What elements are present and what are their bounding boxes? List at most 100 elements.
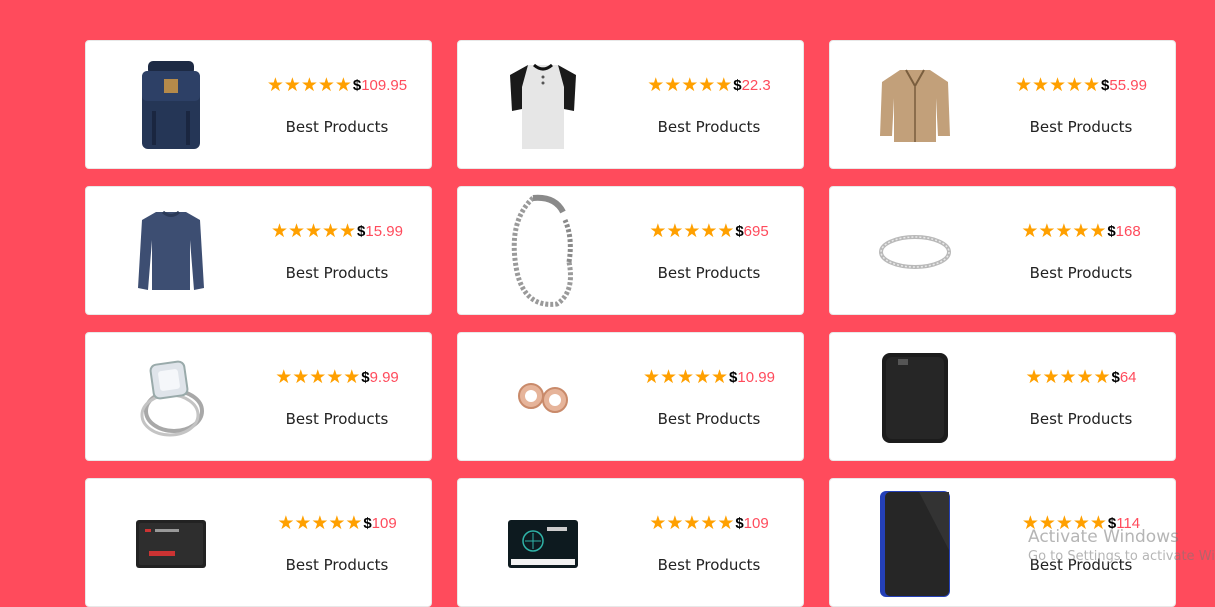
product-card[interactable]: ★ ★ ★ ★ ★ $109 Best Products xyxy=(457,478,804,607)
star-rating: ★ ★ ★ ★ ★ xyxy=(271,221,356,242)
rating-price-row: ★ ★ ★ ★ ★ $109.95 xyxy=(251,75,423,96)
star-icon: ★ xyxy=(649,221,667,242)
star-icon: ★ xyxy=(317,75,335,96)
star-icon: ★ xyxy=(1038,513,1056,534)
star-rating: ★ ★ ★ ★ ★ xyxy=(275,367,361,388)
product-label[interactable]: Best Products xyxy=(623,118,795,136)
star-icon: ★ xyxy=(275,367,293,388)
star-icon: ★ xyxy=(1025,367,1043,388)
product-label[interactable]: Best Products xyxy=(623,410,795,428)
product-image-henley-shirt[interactable] xyxy=(488,53,598,158)
star-rating: ★ ★ ★ ★ ★ xyxy=(649,513,735,534)
product-image-wd-portable-drive[interactable] xyxy=(860,490,970,597)
product-label[interactable]: Best Products xyxy=(995,264,1167,282)
star-icon: ★ xyxy=(1055,513,1073,534)
product-image-ear-gauges[interactable] xyxy=(488,345,598,450)
product-card[interactable]: ★ ★ ★ ★ ★ $168 Best Products xyxy=(829,186,1176,315)
product-image-silicon-power-ssd[interactable] xyxy=(488,491,598,596)
star-rating: ★ ★ ★ ★ ★ xyxy=(267,75,352,96)
star-icon: ★ xyxy=(334,75,352,96)
product-card[interactable]: ★ ★ ★ ★ ★ $109 Best Products xyxy=(85,478,432,607)
product-price: 109 xyxy=(371,515,397,532)
product-price: 9.99 xyxy=(369,369,399,386)
star-icon: ★ xyxy=(1072,513,1090,534)
star-icon: ★ xyxy=(715,75,733,96)
currency-symbol: $ xyxy=(363,515,372,532)
star-icon: ★ xyxy=(300,75,318,96)
product-image-long-sleeve-shirt[interactable] xyxy=(116,199,226,304)
star-icon: ★ xyxy=(1032,75,1050,96)
star-icon: ★ xyxy=(1089,221,1107,242)
star-icon: ★ xyxy=(277,513,295,534)
rating-price-row: ★ ★ ★ ★ ★ $168 xyxy=(995,221,1167,242)
star-icon: ★ xyxy=(345,513,363,534)
product-price: 22.3 xyxy=(741,77,771,94)
product-card[interactable]: ★ ★ ★ ★ ★ $9.99 Best Products xyxy=(85,332,432,461)
product-label[interactable]: Best Products xyxy=(995,410,1167,428)
star-icon: ★ xyxy=(1042,367,1060,388)
star-icon: ★ xyxy=(1083,75,1101,96)
star-icon: ★ xyxy=(1072,221,1090,242)
rating-price-row: ★ ★ ★ ★ ★ $22.3 xyxy=(623,75,795,96)
product-card[interactable]: ★ ★ ★ ★ ★ $10.99 Best Products xyxy=(457,332,804,461)
product-image-sandisk-ssd[interactable] xyxy=(116,491,226,596)
product-label[interactable]: Best Products xyxy=(251,410,423,428)
product-card[interactable]: ★ ★ ★ ★ ★ $114 Best Products xyxy=(829,478,1176,607)
product-card[interactable]: ★ ★ ★ ★ ★ $22.3 Best Products xyxy=(457,40,804,169)
product-card[interactable]: ★ ★ ★ ★ ★ $15.99 Best Products xyxy=(85,186,432,315)
star-icon: ★ xyxy=(717,513,735,534)
star-icon: ★ xyxy=(294,513,312,534)
star-icon: ★ xyxy=(288,221,306,242)
product-card[interactable]: ★ ★ ★ ★ ★ $64 Best Products xyxy=(829,332,1176,461)
star-rating: ★ ★ ★ ★ ★ xyxy=(649,221,735,242)
currency-symbol: $ xyxy=(352,77,362,94)
product-image-dragon-bracelet[interactable] xyxy=(488,194,598,307)
star-icon: ★ xyxy=(683,513,701,534)
product-image-backpack[interactable] xyxy=(116,53,226,158)
star-icon: ★ xyxy=(666,221,684,242)
rating-price-row: ★ ★ ★ ★ ★ $109 xyxy=(251,513,423,534)
product-label[interactable]: Best Products xyxy=(623,556,795,574)
product-price: 15.99 xyxy=(365,223,403,240)
product-price: 10.99 xyxy=(737,369,775,386)
rating-price-row: ★ ★ ★ ★ ★ $114 xyxy=(995,513,1167,534)
product-image-silver-ring[interactable] xyxy=(860,199,970,304)
star-icon: ★ xyxy=(717,221,735,242)
star-icon: ★ xyxy=(1021,513,1039,534)
star-rating: ★ ★ ★ ★ ★ xyxy=(647,75,733,96)
product-label[interactable]: Best Products xyxy=(251,264,423,282)
product-price: 114 xyxy=(1116,515,1141,532)
product-label[interactable]: Best Products xyxy=(995,556,1167,574)
star-icon: ★ xyxy=(643,367,661,388)
product-price: 64 xyxy=(1119,369,1137,386)
star-icon: ★ xyxy=(1055,221,1073,242)
product-card[interactable]: ★ ★ ★ ★ ★ $55.99 Best Products xyxy=(829,40,1176,169)
star-icon: ★ xyxy=(711,367,729,388)
product-label[interactable]: Best Products xyxy=(251,118,423,136)
product-label[interactable]: Best Products xyxy=(623,264,795,282)
star-rating: ★ ★ ★ ★ ★ xyxy=(1015,75,1101,96)
product-price: 55.99 xyxy=(1109,77,1147,94)
star-icon: ★ xyxy=(311,513,329,534)
star-icon: ★ xyxy=(649,513,667,534)
product-card[interactable]: ★ ★ ★ ★ ★ $695 Best Products xyxy=(457,186,804,315)
product-price: 168 xyxy=(1115,223,1141,240)
star-icon: ★ xyxy=(305,221,323,242)
product-image-diamond-ring[interactable] xyxy=(116,345,226,450)
currency-symbol: $ xyxy=(1111,369,1120,386)
product-image-external-hard-drive[interactable] xyxy=(860,345,970,450)
product-card[interactable]: ★ ★ ★ ★ ★ $109.95 Best Products xyxy=(85,40,432,169)
rating-price-row: ★ ★ ★ ★ ★ $695 xyxy=(623,221,795,242)
star-icon: ★ xyxy=(700,513,718,534)
star-icon: ★ xyxy=(683,221,701,242)
star-icon: ★ xyxy=(283,75,301,96)
product-label[interactable]: Best Products xyxy=(995,118,1167,136)
star-rating: ★ ★ ★ ★ ★ xyxy=(643,367,729,388)
star-icon: ★ xyxy=(343,367,361,388)
star-rating: ★ ★ ★ ★ ★ xyxy=(1021,513,1107,534)
star-icon: ★ xyxy=(647,75,665,96)
product-image-jacket[interactable] xyxy=(860,53,970,158)
star-icon: ★ xyxy=(660,367,678,388)
product-label[interactable]: Best Products xyxy=(251,556,423,574)
star-rating: ★ ★ ★ ★ ★ xyxy=(277,513,363,534)
